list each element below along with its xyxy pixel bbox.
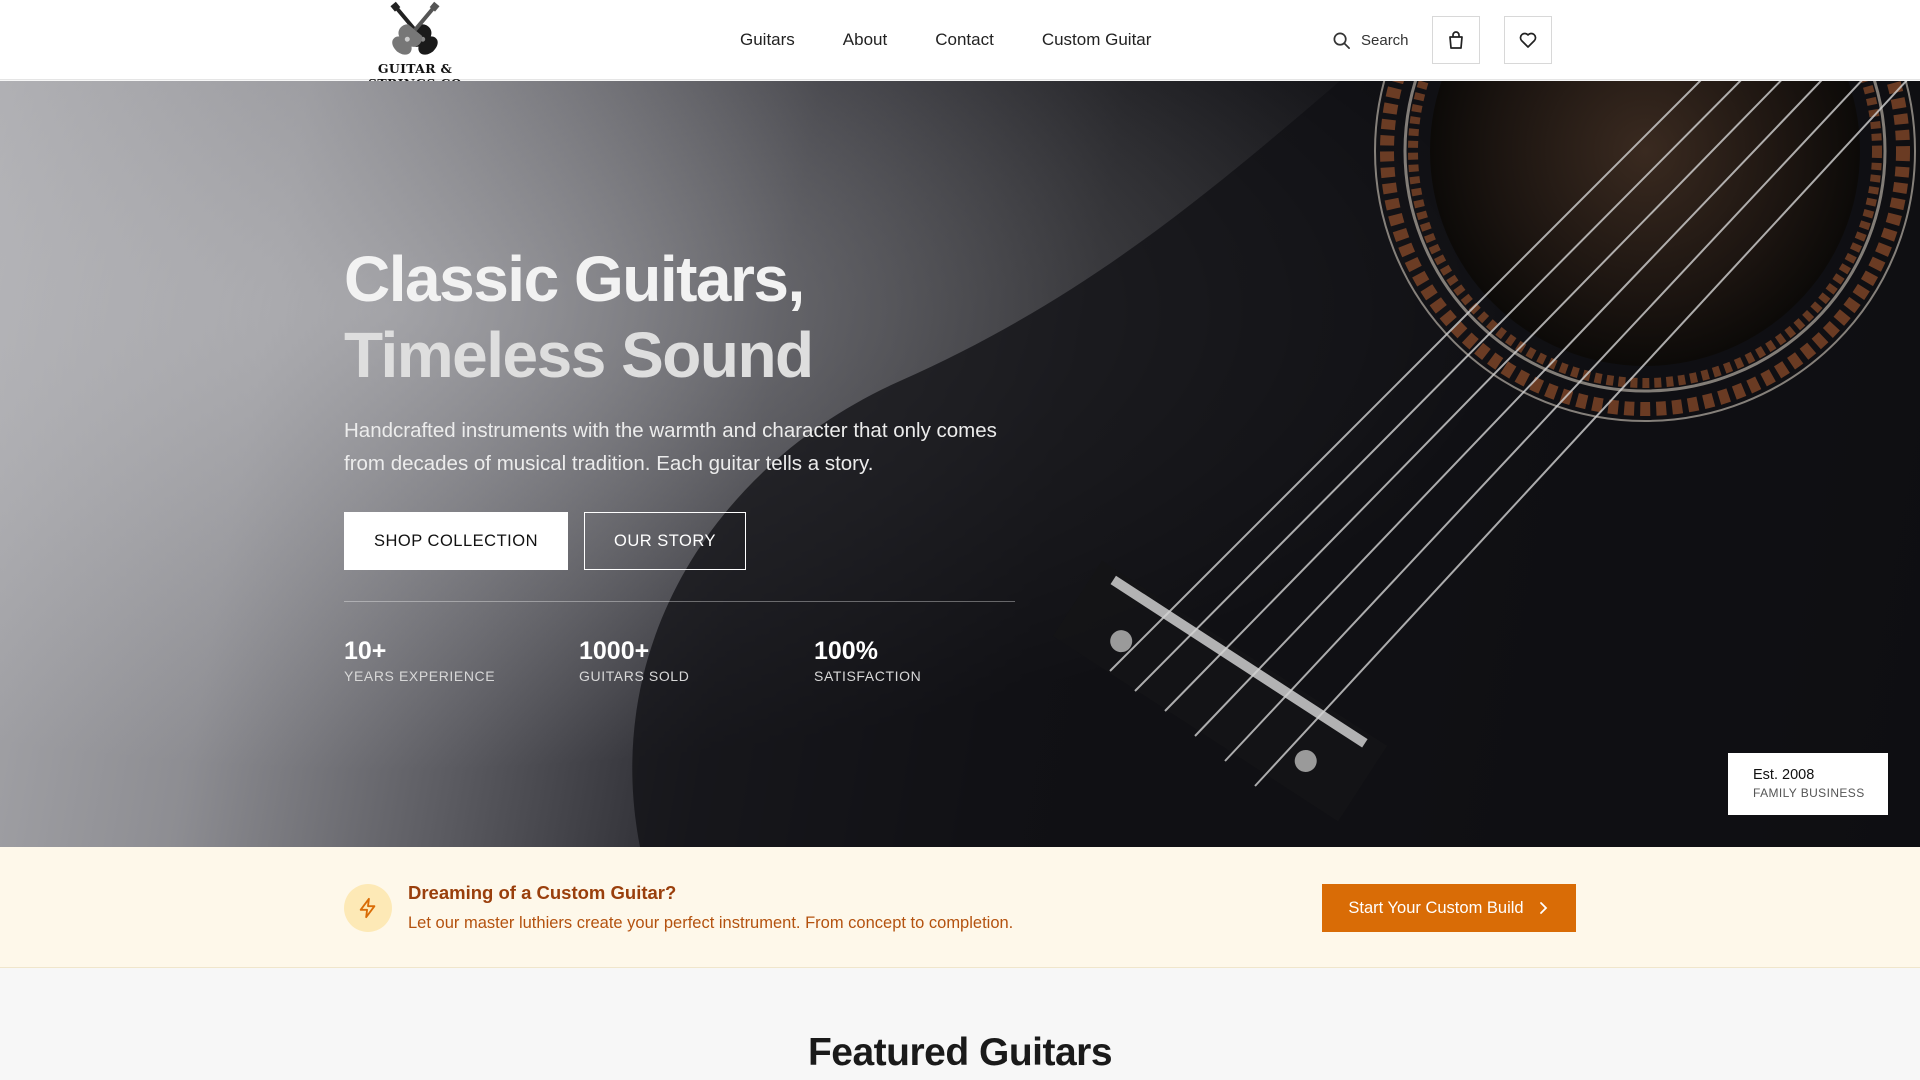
lightning-bolt-icon [359, 897, 376, 919]
start-custom-build-label: Start Your Custom Build [1348, 898, 1524, 917]
stat-value: 10+ [344, 637, 387, 665]
custom-guitar-banner: Dreaming of a Custom Guitar? Let our mas… [0, 847, 1920, 968]
our-story-button[interactable]: OUR STORY [584, 512, 746, 570]
established-year: Est. 2008 [1753, 767, 1815, 783]
search-icon [1333, 32, 1350, 49]
nav-item-about[interactable]: About [843, 28, 887, 52]
banner-title: Dreaming of a Custom Guitar? [408, 882, 677, 903]
stat-label: SATISFACTION [814, 668, 922, 684]
bolt-icon-badge [344, 884, 392, 932]
established-badge: Est. 2008 FAMILY BUSINESS [1728, 753, 1888, 815]
nav-item-custom-guitar[interactable]: Custom Guitar [1042, 28, 1152, 52]
shopping-bag-icon [1449, 31, 1463, 49]
nav-item-guitars[interactable]: Guitars [740, 28, 795, 52]
start-custom-build-button[interactable]: Start Your Custom Build [1322, 884, 1576, 932]
stat-satisfaction: 100% SATISFACTION [814, 636, 921, 684]
search-button[interactable]: Search [1332, 28, 1409, 52]
heart-icon [1519, 32, 1537, 48]
featured-section: Featured Guitars [0, 969, 1920, 1080]
site-header: GUITAR & STRINGS CO Guitars About Contac… [0, 0, 1920, 91]
cart-button[interactable] [1432, 16, 1480, 64]
nav-item-contact[interactable]: Contact [935, 28, 994, 52]
family-business-label: FAMILY BUSINESS [1753, 786, 1865, 800]
featured-title: Featured Guitars [807, 1031, 1113, 1074]
hero-title-line2: Timeless Sound [344, 319, 814, 391]
stat-value: 100% [814, 637, 878, 665]
stat-value: 1000+ [579, 637, 650, 665]
hero-divider [344, 601, 1015, 602]
search-label: Search [1361, 31, 1409, 49]
hero-section: Classic Guitars, Timeless Sound Handcraf… [0, 81, 1920, 847]
stat-guitars-sold: 1000+ GUITARS SOLD [579, 636, 689, 684]
shop-collection-button[interactable]: SHOP COLLECTION [344, 512, 568, 570]
main-nav: Guitars About Contact Custom Guitar [740, 28, 1199, 52]
hero-title-line1: Classic Guitars, [344, 243, 805, 315]
stat-label: GUITARS SOLD [579, 668, 690, 684]
hero-title: Classic Guitars, Timeless Sound [344, 241, 814, 393]
banner-subtitle: Let our master luthiers create your perf… [408, 914, 1014, 932]
chevron-right-icon [1539, 902, 1547, 914]
stat-label: YEARS EXPERIENCE [344, 668, 496, 684]
wishlist-button[interactable] [1504, 16, 1552, 64]
stat-years: 10+ YEARS EXPERIENCE [344, 636, 495, 684]
hero-subtitle: Handcrafted instruments with the warmth … [344, 419, 997, 475]
